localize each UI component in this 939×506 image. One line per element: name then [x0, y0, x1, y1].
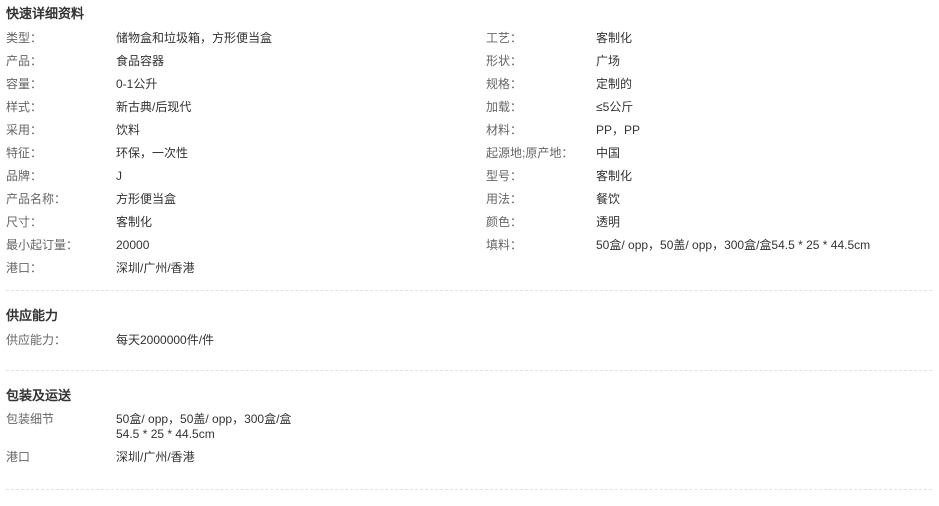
detail-value: 餐饮 [596, 192, 621, 206]
quick-details-grid: 类型： 储物盒和垃圾箱，方形便当盒 产品： 食品容器 容量： 0-1公升 样式： 新古典… [6, 30, 938, 283]
detail-row-spec: 规格： 定制的 [486, 76, 932, 99]
detail-value: 客制化 [596, 169, 633, 183]
detail-row-shape: 形状： 广场 [486, 53, 932, 76]
supply-ability-section: 供应能力 供应能力： 每天2000000件/件 [6, 291, 938, 355]
section-divider [6, 489, 932, 490]
detail-label: 尺寸： [6, 215, 43, 229]
detail-row-moq: 最小起订量： 20000 [6, 237, 486, 260]
detail-row-load: 加载： ≤5公斤 [486, 99, 932, 122]
detail-value: 饮料 [116, 123, 141, 137]
detail-label: 规格： [486, 77, 523, 91]
detail-label: 最小起订量： [6, 238, 79, 252]
detail-row-port: 港口： 深圳/广州/香港 [6, 260, 486, 283]
detail-value: ≤5公斤 [596, 100, 634, 114]
detail-label: 材料： [486, 123, 523, 137]
detail-label: 产品名称： [6, 192, 67, 206]
detail-label: 类型： [6, 31, 43, 45]
detail-row-capacity: 容量： 0-1公升 [6, 76, 486, 99]
detail-value: 储物盒和垃圾箱，方形便当盒 [116, 31, 273, 45]
detail-row-usage: 用法： 餐饮 [486, 191, 932, 214]
detail-row-brand: 品牌： J [6, 168, 486, 191]
detail-row-use: 采用： 饮料 [6, 122, 486, 145]
detail-label: 品牌： [6, 169, 43, 183]
detail-row-packaging-details: 包装细节 50盒/ opp，50盖/ opp，300盒/盒 54.5 * 25 … [6, 412, 938, 449]
detail-value: 客制化 [116, 215, 153, 229]
section-title-packaging: 包装及运送 [6, 388, 72, 403]
detail-row-product: 产品： 食品容器 [6, 53, 486, 76]
detail-value: PP，PP [596, 123, 641, 137]
detail-label: 供应能力： [6, 333, 67, 347]
section-title-supply-ability: 供应能力 [6, 308, 59, 323]
detail-row-craft: 工艺： 客制化 [486, 30, 932, 53]
detail-value: 方形便当盒 [116, 192, 177, 206]
detail-value: 每天2000000件/件 [116, 333, 215, 347]
product-details: 快速详细资料 类型： 储物盒和垃圾箱，方形便当盒 产品： 食品容器 容量： 0-1公升… [0, 0, 938, 490]
detail-value: 50盒/ opp，50盖/ opp，300盒/盒54.5 * 25 * 44.5… [596, 238, 871, 252]
quick-details-right-column: 工艺： 客制化 形状： 广场 规格： 定制的 加载： ≤5公斤 材料： PP，PP 起源地… [486, 30, 932, 283]
detail-value: 食品容器 [116, 54, 165, 68]
detail-value: 广场 [596, 54, 621, 68]
detail-value: 0-1公升 [116, 77, 158, 91]
detail-label: 产品： [6, 54, 43, 68]
detail-value: 新古典/后现代 [116, 100, 192, 114]
detail-row-filler: 填料： 50盒/ opp，50盖/ opp，300盒/盒54.5 * 25 * 4… [486, 237, 932, 260]
detail-label: 包装细节 [6, 412, 55, 426]
detail-label: 用法： [486, 192, 523, 206]
detail-value: 50盒/ opp，50盖/ opp，300盒/盒 54.5 * 25 * 44.… [116, 412, 291, 442]
detail-label: 加载： [486, 100, 523, 114]
detail-row-color: 颜色： 透明 [486, 214, 932, 237]
supply-ability-list: 供应能力： 每天2000000件/件 [6, 332, 938, 355]
quick-details-left-column: 类型： 储物盒和垃圾箱，方形便当盒 产品： 食品容器 容量： 0-1公升 样式： 新古典… [6, 30, 486, 283]
detail-row-origin: 起源地;原产地： 中国 [486, 145, 932, 168]
packaging-list: 包装细节 50盒/ opp，50盖/ opp，300盒/盒 54.5 * 25 … [6, 412, 938, 472]
detail-value: 20000 [116, 238, 150, 252]
detail-value: 深圳/广州/香港 [116, 450, 195, 464]
detail-row-feature: 特征： 环保，一次性 [6, 145, 486, 168]
detail-value-line: 54.5 * 25 * 44.5cm [116, 427, 215, 441]
detail-value: 中国 [596, 146, 621, 160]
detail-label: 样式： [6, 100, 43, 114]
detail-value-line: 50盒/ opp，50盖/ opp，300盒/盒 [116, 412, 292, 426]
detail-value: 深圳/广州/香港 [116, 261, 195, 275]
detail-value: 定制的 [596, 77, 633, 91]
detail-row-material: 材料： PP，PP [486, 122, 932, 145]
detail-label: 港口 [6, 450, 31, 464]
detail-row-product-name: 产品名称： 方形便当盒 [6, 191, 486, 214]
quick-details-section: 快速详细资料 类型： 储物盒和垃圾箱，方形便当盒 产品： 食品容器 容量： 0-1公升… [6, 0, 938, 283]
packaging-section: 包装及运送 包装细节 50盒/ opp，50盖/ opp，300盒/盒 54.5… [6, 371, 938, 472]
detail-row-port: 港口 深圳/广州/香港 [6, 449, 938, 472]
detail-value: 透明 [596, 215, 621, 229]
detail-row-model: 型号： 客制化 [486, 168, 932, 191]
detail-value: 环保，一次性 [116, 146, 189, 160]
detail-label: 型号： [486, 169, 523, 183]
detail-label: 颜色： [486, 215, 523, 229]
detail-row-supply-ability: 供应能力： 每天2000000件/件 [6, 332, 938, 355]
detail-value: 客制化 [596, 31, 633, 45]
detail-label: 形状： [486, 54, 523, 68]
section-title-quick-details: 快速详细资料 [6, 6, 85, 21]
detail-label: 港口： [6, 261, 43, 275]
detail-label: 容量： [6, 77, 43, 91]
detail-label: 起源地;原产地： [486, 146, 574, 160]
detail-value: J [116, 169, 122, 183]
detail-label: 采用： [6, 123, 43, 137]
detail-row-type: 类型： 储物盒和垃圾箱，方形便当盒 [6, 30, 486, 53]
detail-label: 填料： [486, 238, 523, 252]
detail-row-style: 样式： 新古典/后现代 [6, 99, 486, 122]
detail-label: 特征： [6, 146, 43, 160]
detail-label: 工艺： [486, 31, 523, 45]
detail-row-size: 尺寸： 客制化 [6, 214, 486, 237]
